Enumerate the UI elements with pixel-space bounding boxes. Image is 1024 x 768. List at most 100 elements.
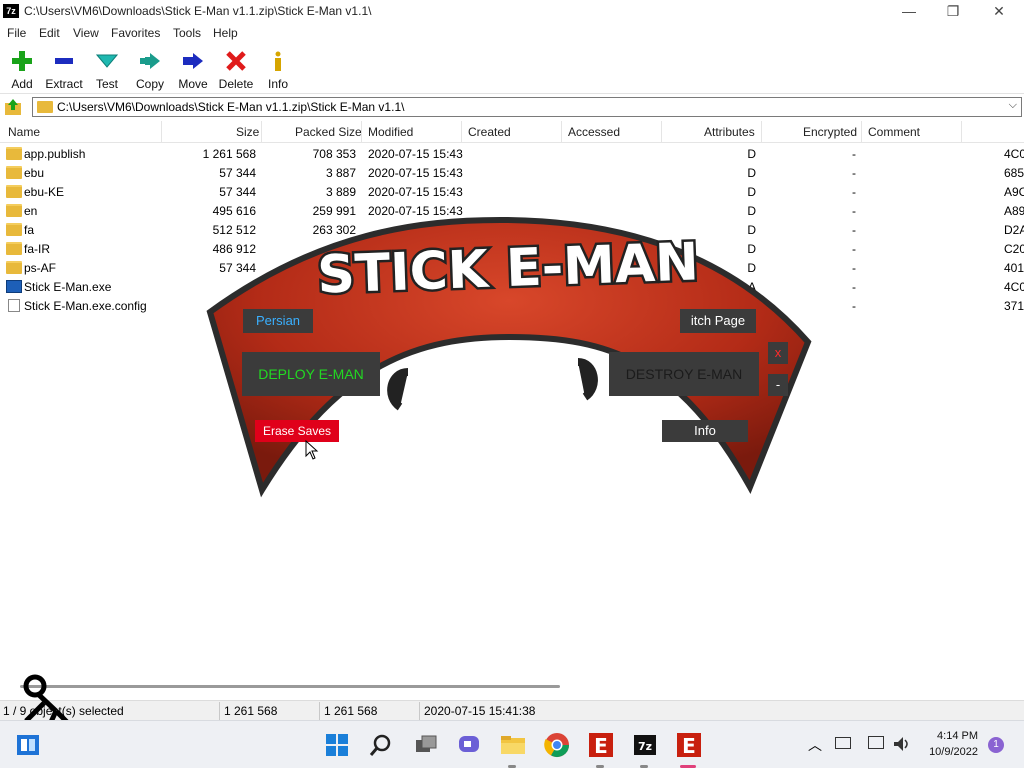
file-encrypted: - — [852, 147, 856, 161]
stick-e-man-icon[interactable]: E — [675, 731, 703, 759]
column-divider[interactable] — [561, 121, 562, 143]
svg-text:E: E — [682, 734, 696, 758]
clock-time[interactable]: 4:14 PM — [922, 730, 978, 742]
extract-button[interactable]: Extract — [42, 48, 86, 92]
column-divider[interactable] — [661, 121, 662, 143]
column-divider[interactable] — [261, 121, 262, 143]
add-button[interactable]: Add — [0, 48, 44, 92]
address-bar[interactable]: C:\Users\VM6\Downloads\Stick E-Man v1.1.… — [32, 97, 1022, 117]
task-view-icon[interactable] — [412, 731, 440, 759]
folder-icon — [37, 101, 53, 113]
menu-tools[interactable]: Tools — [173, 26, 201, 40]
7zip-icon[interactable]: 7z — [631, 731, 659, 759]
stick-e-man-launcher: STICK E-MAN Persian DEPLOY E-MAN Erase S… — [200, 212, 820, 502]
file-encrypted: - — [852, 242, 856, 256]
search-icon[interactable] — [367, 731, 395, 759]
deploy-e-man-button[interactable]: DEPLOY E-MAN — [242, 352, 380, 396]
file-name: ebu — [24, 166, 45, 180]
keyboard-icon[interactable] — [835, 737, 851, 749]
column-divider[interactable] — [461, 121, 462, 143]
table-row[interactable]: ebu 57 344 3 887 2020-07-15 15:43 D - 68… — [0, 164, 1024, 183]
file-crc: 685 — [1004, 166, 1024, 180]
file-name: ps-AF — [24, 261, 57, 275]
file-attributes: D — [747, 147, 756, 161]
file-crc: 4C0 — [1004, 147, 1024, 161]
minimize-button[interactable]: — — [886, 0, 932, 23]
menu-view[interactable]: View — [73, 26, 99, 40]
file-encrypted: - — [852, 280, 856, 294]
col-name[interactable]: Name — [8, 125, 40, 139]
folder-icon — [6, 242, 22, 255]
file-attributes: D — [747, 166, 756, 180]
itch-page-button[interactable]: itch Page — [680, 309, 756, 333]
file-name: ebu-KE — [24, 185, 65, 199]
column-divider[interactable] — [761, 121, 762, 143]
column-divider[interactable] — [161, 121, 162, 143]
col-packed-size[interactable]: Packed Size — [295, 125, 362, 139]
chrome-icon[interactable] — [543, 731, 571, 759]
file-encrypted: - — [852, 185, 856, 199]
col-encrypted[interactable]: Encrypted — [803, 125, 857, 139]
test-label: Test — [95, 77, 118, 91]
column-divider[interactable] — [861, 121, 862, 143]
col-size[interactable]: Size — [236, 125, 259, 139]
col-attributes[interactable]: Attributes — [704, 125, 755, 139]
exe-file-icon — [6, 280, 22, 293]
svg-text:7z: 7z — [638, 740, 652, 753]
file-explorer-icon[interactable] — [499, 731, 527, 759]
volume-icon[interactable] — [892, 735, 910, 753]
start-left-icon[interactable] — [14, 731, 42, 759]
document-icon — [8, 299, 20, 312]
file-encrypted: - — [852, 223, 856, 237]
menu-help[interactable]: Help — [213, 26, 238, 40]
clock-date[interactable]: 10/9/2022 — [915, 746, 978, 758]
copy-icon — [139, 50, 161, 72]
menu-edit[interactable]: Edit — [39, 26, 60, 40]
erase-saves-button[interactable]: Erase Saves — [255, 420, 339, 442]
network-icon[interactable] — [868, 736, 884, 749]
status-divider — [419, 702, 420, 720]
maximize-button[interactable]: ❐ — [930, 0, 976, 23]
move-label: Move — [178, 77, 208, 91]
tray-chevron-icon[interactable]: ︿ — [808, 735, 822, 755]
table-row[interactable]: app.publish 1 261 568 708 353 2020-07-15… — [0, 145, 1024, 164]
e-app-icon[interactable]: E — [587, 731, 615, 759]
test-button[interactable]: Test — [85, 48, 129, 92]
game-minimize-button[interactable]: - — [768, 374, 788, 396]
destroy-e-man-button[interactable]: DESTROY E-MAN — [609, 352, 759, 396]
table-row[interactable]: ebu-KE 57 344 3 889 2020-07-15 15:43 D -… — [0, 183, 1024, 202]
file-crc: A89 — [1004, 204, 1024, 218]
file-name: Stick E-Man.exe.config — [24, 299, 147, 313]
menu-favorites[interactable]: Favorites — [111, 26, 160, 40]
start-icon[interactable] — [323, 731, 351, 759]
game-close-button[interactable]: x — [768, 342, 788, 364]
info-button[interactable]: Info — [256, 48, 300, 92]
col-accessed[interactable]: Accessed — [568, 125, 620, 139]
notification-badge[interactable]: 1 — [988, 737, 1004, 753]
status-divider — [319, 702, 320, 720]
file-size: 57 344 — [219, 166, 256, 180]
chevron-down-icon[interactable]: ⌵ — [1009, 99, 1017, 112]
status-packed: 1 261 568 — [324, 704, 378, 718]
status-size: 1 261 568 — [224, 704, 278, 718]
col-created[interactable]: Created — [468, 125, 511, 139]
delete-button[interactable]: Delete — [214, 48, 258, 92]
close-button[interactable]: ✕ — [976, 0, 1022, 23]
chat-icon[interactable] — [455, 731, 483, 759]
add-icon — [11, 50, 33, 72]
move-button[interactable]: Move — [171, 48, 215, 92]
copy-button[interactable]: Copy — [128, 48, 172, 92]
file-packed: 708 353 — [312, 147, 356, 161]
up-folder-button[interactable] — [4, 98, 22, 116]
column-divider[interactable] — [961, 121, 962, 143]
col-comment[interactable]: Comment — [868, 125, 920, 139]
persian-button[interactable]: Persian — [243, 309, 313, 333]
info-game-button[interactable]: Info — [662, 420, 748, 442]
file-packed: 3 887 — [325, 166, 356, 180]
move-icon — [182, 50, 204, 72]
col-modified[interactable]: Modified — [368, 125, 413, 139]
menu-file[interactable]: File — [7, 26, 26, 40]
info-icon — [267, 50, 289, 72]
column-divider[interactable] — [361, 121, 362, 143]
address-path: C:\Users\VM6\Downloads\Stick E-Man v1.1.… — [57, 100, 405, 114]
